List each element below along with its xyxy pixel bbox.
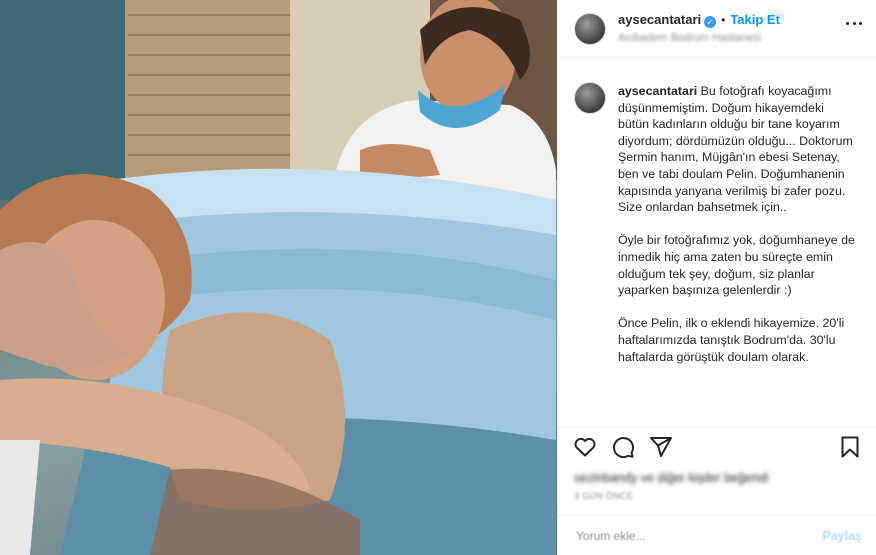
- post-sidebar: aysecantatari ✓ • Takip Et Acıbadem Bodrum …: [557, 0, 876, 555]
- caption-area: aysecantatari Bu fotoğrafı koyacağımı dü…: [558, 58, 876, 427]
- post-photo[interactable]: [0, 0, 557, 555]
- heart-icon[interactable]: [573, 435, 597, 459]
- caption-username[interactable]: aysecantatari: [618, 84, 697, 98]
- likes-summary[interactable]: sezinbandy ve diğer kişiler beğendi: [558, 465, 876, 487]
- share-icon[interactable]: [649, 435, 673, 459]
- separator-dot: •: [721, 12, 726, 27]
- author-avatar[interactable]: [574, 12, 606, 45]
- post-location[interactable]: Acıbadem Bodrum Hastanesi: [618, 30, 780, 46]
- post-timestamp: 3 GÜN ÖNCE: [574, 491, 634, 501]
- verified-badge-icon: ✓: [704, 15, 717, 28]
- instagram-post: aysecantatari ✓ • Takip Et Acıbadem Bodrum …: [0, 0, 876, 555]
- more-options-icon[interactable]: [846, 22, 862, 26]
- action-bar: [558, 427, 876, 465]
- caption-body: Bu fotoğrafı koyacağımı düşünmemiştim. D…: [618, 84, 855, 364]
- comment-input[interactable]: [574, 527, 823, 544]
- header-info: aysecantatari ✓ • Takip Et Acıbadem Bodrum …: [618, 12, 780, 46]
- bookmark-icon[interactable]: [838, 435, 862, 459]
- author-username[interactable]: aysecantatari: [618, 12, 701, 27]
- post-header: aysecantatari ✓ • Takip Et Acıbadem Bodrum …: [558, 0, 876, 58]
- likes-text: sezinbandy ve diğer kişiler beğendi: [574, 471, 769, 485]
- photo-illustration: [0, 0, 557, 555]
- follow-button[interactable]: Takip Et: [730, 12, 780, 27]
- comment-icon[interactable]: [611, 435, 635, 459]
- caption-avatar[interactable]: [574, 82, 606, 114]
- caption-text: aysecantatari Bu fotoğrafı koyacağımı dü…: [618, 83, 858, 427]
- post-comment-button[interactable]: Paylaş: [822, 529, 862, 543]
- comment-bar: Paylaş: [558, 515, 876, 555]
